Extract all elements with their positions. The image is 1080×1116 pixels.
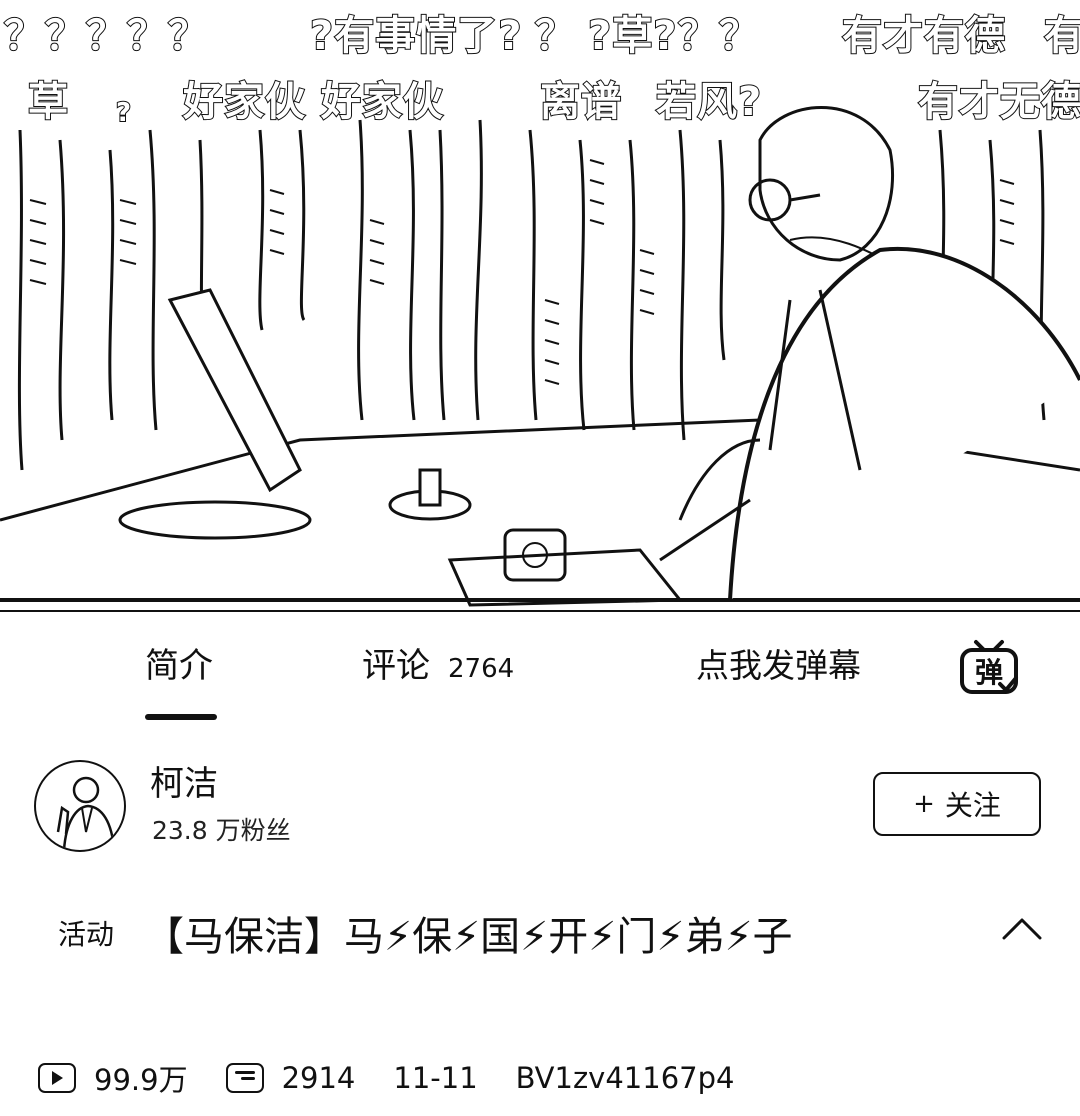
- video-stats: 99.9万 2914 11-11 BV1zv41167p4: [38, 1056, 734, 1100]
- danmaku-comment: ?草?: [587, 13, 678, 59]
- active-tab-indicator: [145, 714, 217, 720]
- play-count-icon: [38, 1063, 76, 1093]
- uploader-fan-count: 23.8 万粉丝: [152, 816, 291, 845]
- video-title-block: 活动 【马保洁】马⚡保⚡国⚡开⚡门⚡弟⚡子: [36, 900, 996, 972]
- danmaku-comment: ？？: [677, 13, 760, 59]
- danmaku-comment: ？: [534, 13, 576, 59]
- publish-date: 11-11: [393, 1061, 478, 1095]
- danmaku-comment: 有才无德: [917, 79, 1080, 125]
- danmaku-count: 2914: [281, 1061, 356, 1095]
- uploader-name[interactable]: 柯洁: [150, 764, 218, 804]
- video-title: 【马保洁】马⚡保⚡国⚡开⚡门⚡弟⚡子: [144, 914, 793, 960]
- follow-button-label: 关注: [944, 789, 1001, 822]
- view-count: 99.9万: [94, 1063, 188, 1097]
- bvid: BV1zv41167p4: [515, 1061, 735, 1095]
- danmaku-toggle-icon[interactable]: 弹: [958, 636, 1020, 698]
- danmaku-comment: ？？？？？: [3, 13, 209, 59]
- danmaku-comment: 离谱: [539, 79, 622, 125]
- follow-button[interactable]: + 关注: [873, 772, 1041, 836]
- comments-count: 2764: [448, 654, 515, 684]
- video-player[interactable]: ？？？？？ ?有事情了? ？ ?草? ？？ 有才有德 有 草 ? 好家伙 好家伙…: [0, 0, 1080, 612]
- danmaku-comment: 草: [27, 79, 69, 125]
- danmaku-send-input[interactable]: 点我发弹幕: [696, 646, 861, 686]
- plus-icon: +: [913, 789, 935, 819]
- danmaku-comment: 有: [1043, 15, 1080, 57]
- danmaku-comment: 若风?: [655, 79, 763, 125]
- chevron-up-icon[interactable]: [1000, 912, 1044, 948]
- tab-bar: 简介 评论 2764 点我发弹幕 弹: [0, 612, 1080, 722]
- danmaku-comment: 好家伙 好家伙: [182, 79, 444, 125]
- tab-intro[interactable]: 简介: [145, 646, 213, 686]
- avatar-image: [56, 776, 116, 850]
- uploader-avatar[interactable]: [34, 760, 126, 852]
- tab-comments[interactable]: 评论 2764: [362, 646, 514, 689]
- activity-badge[interactable]: 活动: [58, 900, 114, 970]
- tab-comments-label: 评论: [362, 646, 430, 686]
- danmaku-comment: ?: [115, 98, 133, 128]
- danmaku-comment: 有才有德: [841, 13, 1006, 59]
- danmaku-comment: ?有事情了?: [309, 13, 523, 59]
- danmaku-count-icon: [225, 1063, 264, 1093]
